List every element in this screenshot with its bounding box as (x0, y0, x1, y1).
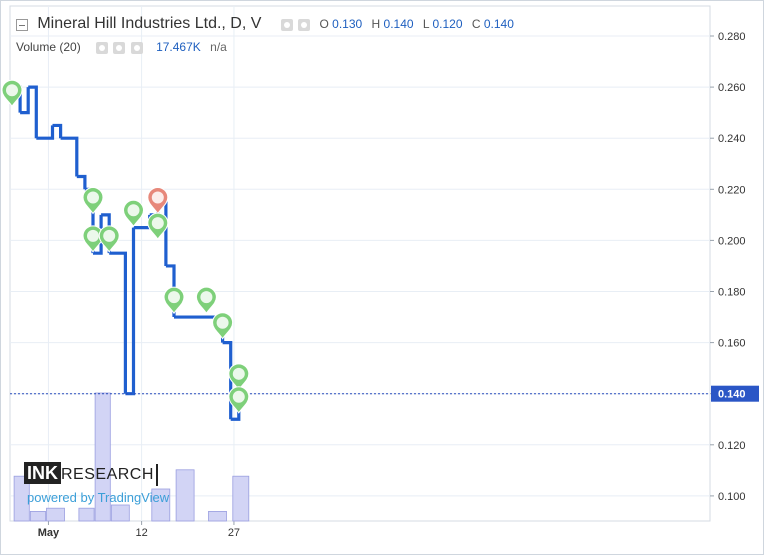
high-label: H (371, 17, 381, 31)
buy-marker[interactable] (122, 199, 145, 228)
volume-legend: Volume (20) 17.467K n/a (16, 40, 227, 54)
collapse-legend-button[interactable] (16, 18, 28, 31)
y-tick-label: 0.260 (718, 82, 746, 94)
gear-icon[interactable] (113, 41, 126, 54)
price-series-line[interactable] (12, 85, 245, 421)
eye-icon[interactable] (280, 18, 293, 31)
y-tick-label: 0.240 (718, 133, 746, 145)
powered-by-link[interactable]: powered by TradingView (27, 490, 169, 505)
open-value: 0.130 (332, 17, 363, 31)
chart-widget: 0.280 0.260 0.240 0.220 0.200 0.180 0.160 0.140… (0, 0, 764, 555)
volume-bar[interactable] (208, 510, 227, 522)
y-tick-label: 0.120 (718, 440, 746, 452)
low-value: 0.120 (432, 17, 463, 31)
open-label: O (319, 17, 329, 31)
x-tick-label: May (38, 527, 60, 539)
symbol-title: Mineral Hill Industries Ltd., D, V (37, 15, 262, 32)
high-value: 0.140 (383, 17, 414, 31)
y-tick-label: 0.180 (718, 287, 746, 299)
y-tick-label: 0.280 (718, 31, 746, 43)
current-price-label: 0.140 (718, 389, 746, 401)
close-label: C (471, 17, 481, 31)
marker-dot (87, 229, 99, 242)
logo-research-text: RESEARCH (61, 464, 158, 486)
marker-dot (200, 291, 213, 304)
x-tick-label: 27 (228, 527, 240, 539)
marker-dot (232, 390, 245, 403)
volume-bar[interactable] (232, 475, 250, 522)
close-value: 0.140 (483, 17, 514, 31)
symbol-legend: Mineral Hill Industries Ltd., D, V O 0.1… (16, 15, 514, 33)
y-tick-label: 0.100 (718, 491, 746, 503)
eye-icon[interactable] (96, 41, 109, 54)
marker-dot (168, 291, 180, 304)
buy-marker[interactable] (212, 312, 234, 340)
volume-bar[interactable] (29, 510, 46, 522)
marker-dot (216, 316, 229, 329)
marker-dot (151, 191, 164, 204)
gear-icon[interactable] (298, 18, 311, 31)
y-tick-label: 0.200 (718, 235, 746, 247)
volume-bar[interactable] (78, 507, 95, 522)
volume-label: Volume (20) (16, 40, 81, 54)
volume-bar[interactable] (46, 507, 65, 522)
marker-dot (103, 229, 116, 242)
marker-dot (6, 84, 18, 97)
marker-dot (127, 204, 140, 217)
low-label: L (422, 17, 430, 31)
y-tick-label: 0.220 (718, 184, 746, 196)
buy-marker[interactable] (163, 286, 185, 315)
logo-ink-text: INK (24, 462, 61, 484)
buy-marker[interactable] (195, 286, 217, 315)
ink-research-logo[interactable]: INK RESEARCH powered by TradingView (24, 462, 204, 506)
plot-area (9, 5, 711, 522)
marker-dot (87, 191, 99, 204)
volume-value: 17.467K (156, 40, 201, 54)
buy-marker[interactable] (82, 187, 104, 215)
marker-dot (232, 367, 245, 380)
close-icon[interactable] (130, 41, 143, 54)
marker-dot (151, 217, 164, 230)
x-tick-label: 12 (135, 527, 147, 539)
volume-bar[interactable] (110, 504, 130, 522)
volume-na: n/a (210, 40, 227, 54)
y-tick-label: 0.160 (718, 338, 746, 350)
